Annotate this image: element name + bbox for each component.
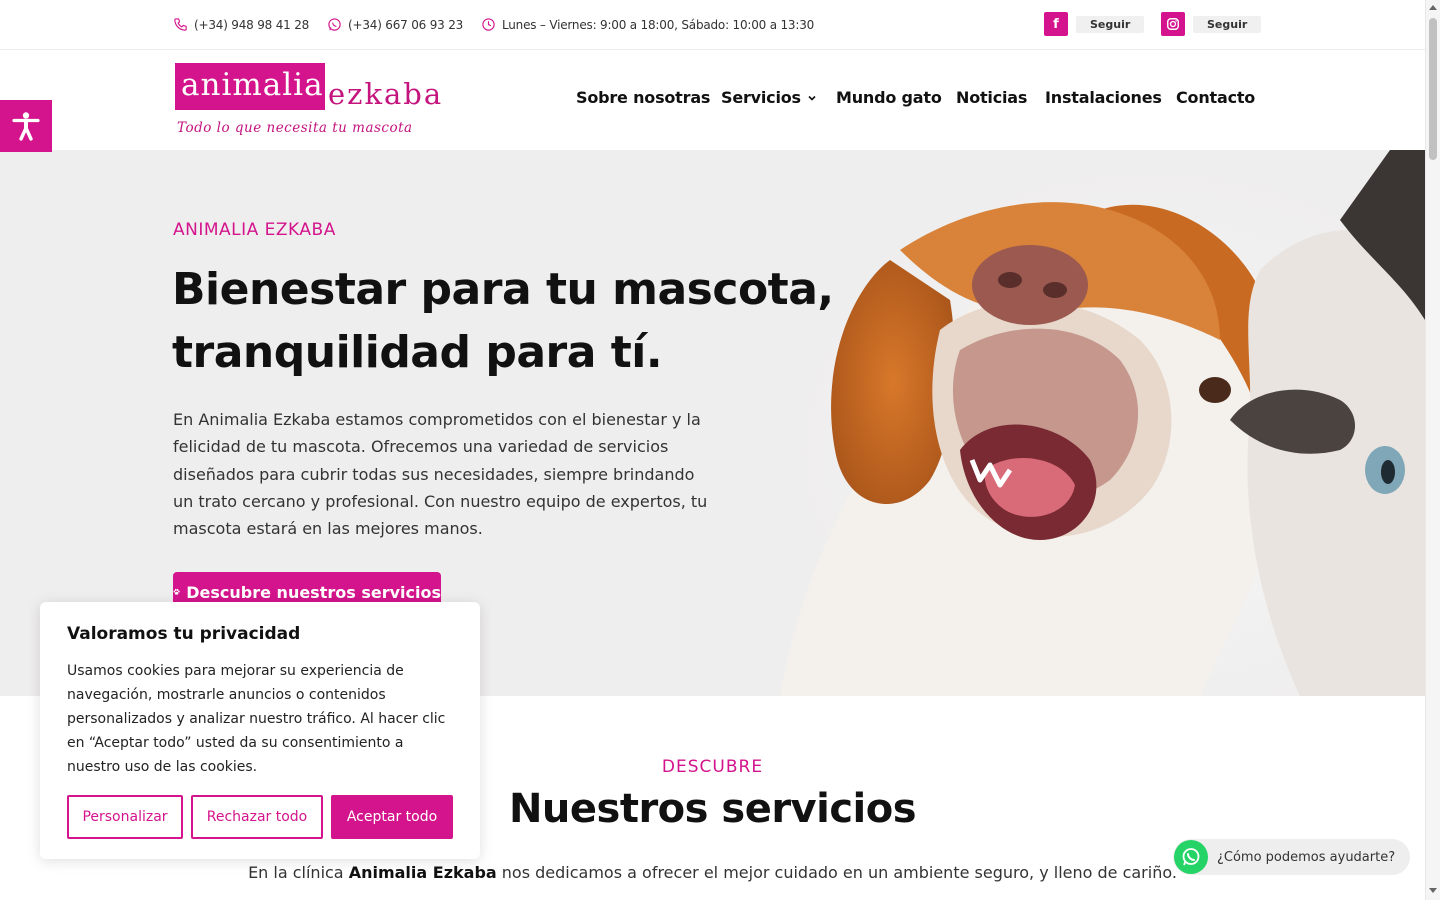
phone-icon xyxy=(174,18,187,31)
hero-title: Bienestar para tu mascota, tranquilidad … xyxy=(172,264,834,378)
nav-servicios-label: Servicios xyxy=(721,88,801,107)
cookie-consent-banner: Valoramos tu privacidad Usamos cookies p… xyxy=(40,602,480,859)
cookie-title: Valoramos tu privacidad xyxy=(67,624,301,644)
top-bar: (+34) 948 98 41 28 (+34) 667 06 93 23 Lu… xyxy=(0,0,1425,50)
logo-tagline: Todo lo que necesita tu mascota xyxy=(177,120,413,136)
nav-sobre-nosotras[interactable]: Sobre nosotras xyxy=(576,88,710,107)
accessibility-button[interactable] xyxy=(0,100,52,152)
logo-word-animalia: animalia xyxy=(181,67,324,103)
instagram-follow[interactable]: Seguir xyxy=(1161,12,1262,36)
scroll-down-arrow[interactable] xyxy=(1429,888,1437,893)
paw-icon xyxy=(173,588,180,595)
whatsapp-icon xyxy=(1174,840,1208,874)
whatsapp-chat-widget[interactable]: ¿Cómo podemos ayudarte? xyxy=(1173,839,1410,875)
facebook-follow-button[interactable]: Seguir xyxy=(1076,15,1145,33)
whatsapp-icon xyxy=(328,18,341,31)
nav-contacto[interactable]: Contacto xyxy=(1176,88,1255,107)
hero-pets-image xyxy=(740,150,1425,696)
reject-all-cookies-button[interactable]: Rechazar todo xyxy=(191,795,323,839)
accept-all-cookies-button[interactable]: Aceptar todo xyxy=(331,795,453,839)
cookie-description: Usamos cookies para mejorar su experienc… xyxy=(67,663,446,775)
nav-noticias[interactable]: Noticias xyxy=(956,88,1027,107)
site-logo[interactable]: animalia ezkaba Todo lo que necesita tu … xyxy=(175,63,445,141)
customize-cookies-button[interactable]: Personalizar xyxy=(67,795,183,839)
hero-description: En Animalia Ezkaba estamos comprometidos… xyxy=(173,410,708,539)
whatsapp-contact[interactable]: (+34) 667 06 93 23 xyxy=(327,17,463,32)
hero-eyebrow: ANIMALIA EZKABA xyxy=(173,220,336,240)
nav-instalaciones[interactable]: Instalaciones xyxy=(1045,88,1162,107)
main-header: animalia ezkaba Todo lo que necesita tu … xyxy=(0,50,1425,150)
phone-number: (+34) 948 98 41 28 xyxy=(194,17,310,32)
instagram-icon[interactable] xyxy=(1161,12,1185,36)
nav-mundo-gato[interactable]: Mundo gato xyxy=(836,88,942,107)
logo-word-ezkaba: ezkaba xyxy=(328,77,444,111)
clinic-name: Animalia Ezkaba xyxy=(348,863,497,882)
clock-icon xyxy=(482,18,495,31)
scroll-up-arrow[interactable] xyxy=(1429,5,1437,10)
hours-text: Lunes – Viernes: 9:00 a 18:00, Sábado: 1… xyxy=(502,17,815,32)
discover-services-label: Descubre nuestros servicios xyxy=(186,582,441,602)
whatsapp-number: (+34) 667 06 93 23 xyxy=(348,17,464,32)
chevron-down-icon xyxy=(808,95,816,101)
accessibility-icon xyxy=(12,112,40,141)
page-scrollbar[interactable] xyxy=(1425,0,1440,900)
opening-hours: Lunes – Viernes: 9:00 a 18:00, Sábado: 1… xyxy=(481,17,814,32)
whatsapp-widget-label: ¿Cómo podemos ayudarte? xyxy=(1217,849,1396,865)
facebook-icon[interactable]: f xyxy=(1044,12,1068,36)
instagram-follow-button[interactable]: Seguir xyxy=(1193,15,1262,33)
facebook-follow[interactable]: f Seguir xyxy=(1044,12,1145,36)
scrollbar-thumb[interactable] xyxy=(1429,18,1437,160)
phone-contact[interactable]: (+34) 948 98 41 28 xyxy=(173,17,309,32)
nav-servicios[interactable]: Servicios xyxy=(721,88,819,107)
